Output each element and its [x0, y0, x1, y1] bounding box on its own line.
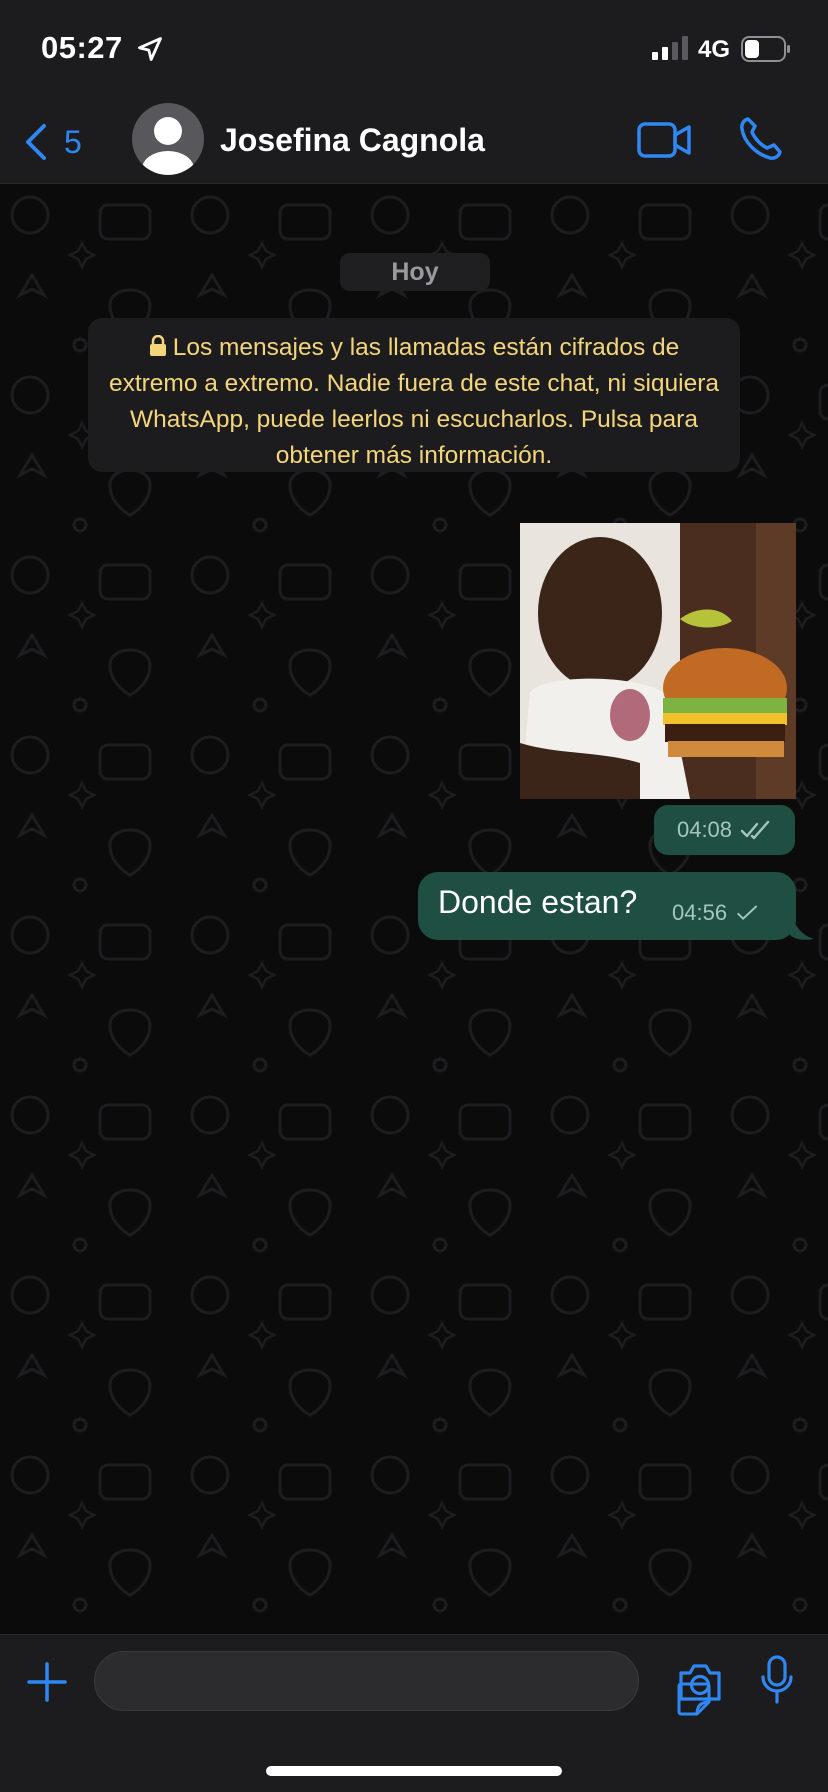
- phone-icon[interactable]: [738, 116, 782, 162]
- network-type: 4G: [698, 36, 731, 63]
- back-chevron-icon: [26, 124, 46, 160]
- date-separator: Hoy: [340, 253, 490, 291]
- message-time: 04:08: [676, 817, 733, 842]
- home-indicator: [266, 1766, 562, 1776]
- single-check-icon: [737, 905, 758, 920]
- unread-count: 5: [64, 123, 82, 160]
- back-button[interactable]: 5: [22, 120, 82, 164]
- status-time: 05:27: [41, 30, 123, 65]
- signal-icon: [652, 36, 688, 60]
- battery-icon: [741, 36, 790, 62]
- image-message-meta: 04:08: [654, 805, 795, 855]
- message-input[interactable]: [94, 1651, 711, 1716]
- avatar[interactable]: [132, 103, 204, 175]
- lock-icon: [149, 335, 166, 356]
- encryption-notice-text: Los mensajes y las llamadas están cifrad…: [108, 334, 720, 469]
- double-check-icon: [740, 820, 770, 840]
- bubble-tail: [790, 905, 814, 940]
- text-message-meta: 04:56: [672, 900, 761, 926]
- encryption-notice[interactable]: Los mensajes y las llamadas están cifrad…: [88, 318, 740, 472]
- avatar-icon: [142, 117, 194, 175]
- image-message[interactable]: [520, 523, 796, 799]
- contact-name[interactable]: Josefina Cagnola: [220, 122, 485, 159]
- camera-icon[interactable]: [677, 1661, 723, 1703]
- input-bar: [0, 1634, 828, 1792]
- text-message[interactable]: Donde estan? 04:56: [418, 872, 796, 940]
- plus-icon[interactable]: [26, 1661, 68, 1703]
- chat-area[interactable]: Hoy Los mensajes y las llamadas están ci…: [0, 185, 828, 1633]
- message-photo: [520, 523, 796, 799]
- message-input-field[interactable]: [95, 1652, 638, 1710]
- video-camera-icon[interactable]: [636, 118, 692, 162]
- chat-header: 5 Josefina Cagnola: [0, 100, 828, 184]
- message-text: Donde estan?: [438, 884, 638, 920]
- microphone-icon[interactable]: [760, 1655, 794, 1705]
- message-time: 04:56: [672, 900, 728, 925]
- status-bar: 05:27 4G: [0, 0, 828, 100]
- location-arrow-icon: [138, 37, 162, 61]
